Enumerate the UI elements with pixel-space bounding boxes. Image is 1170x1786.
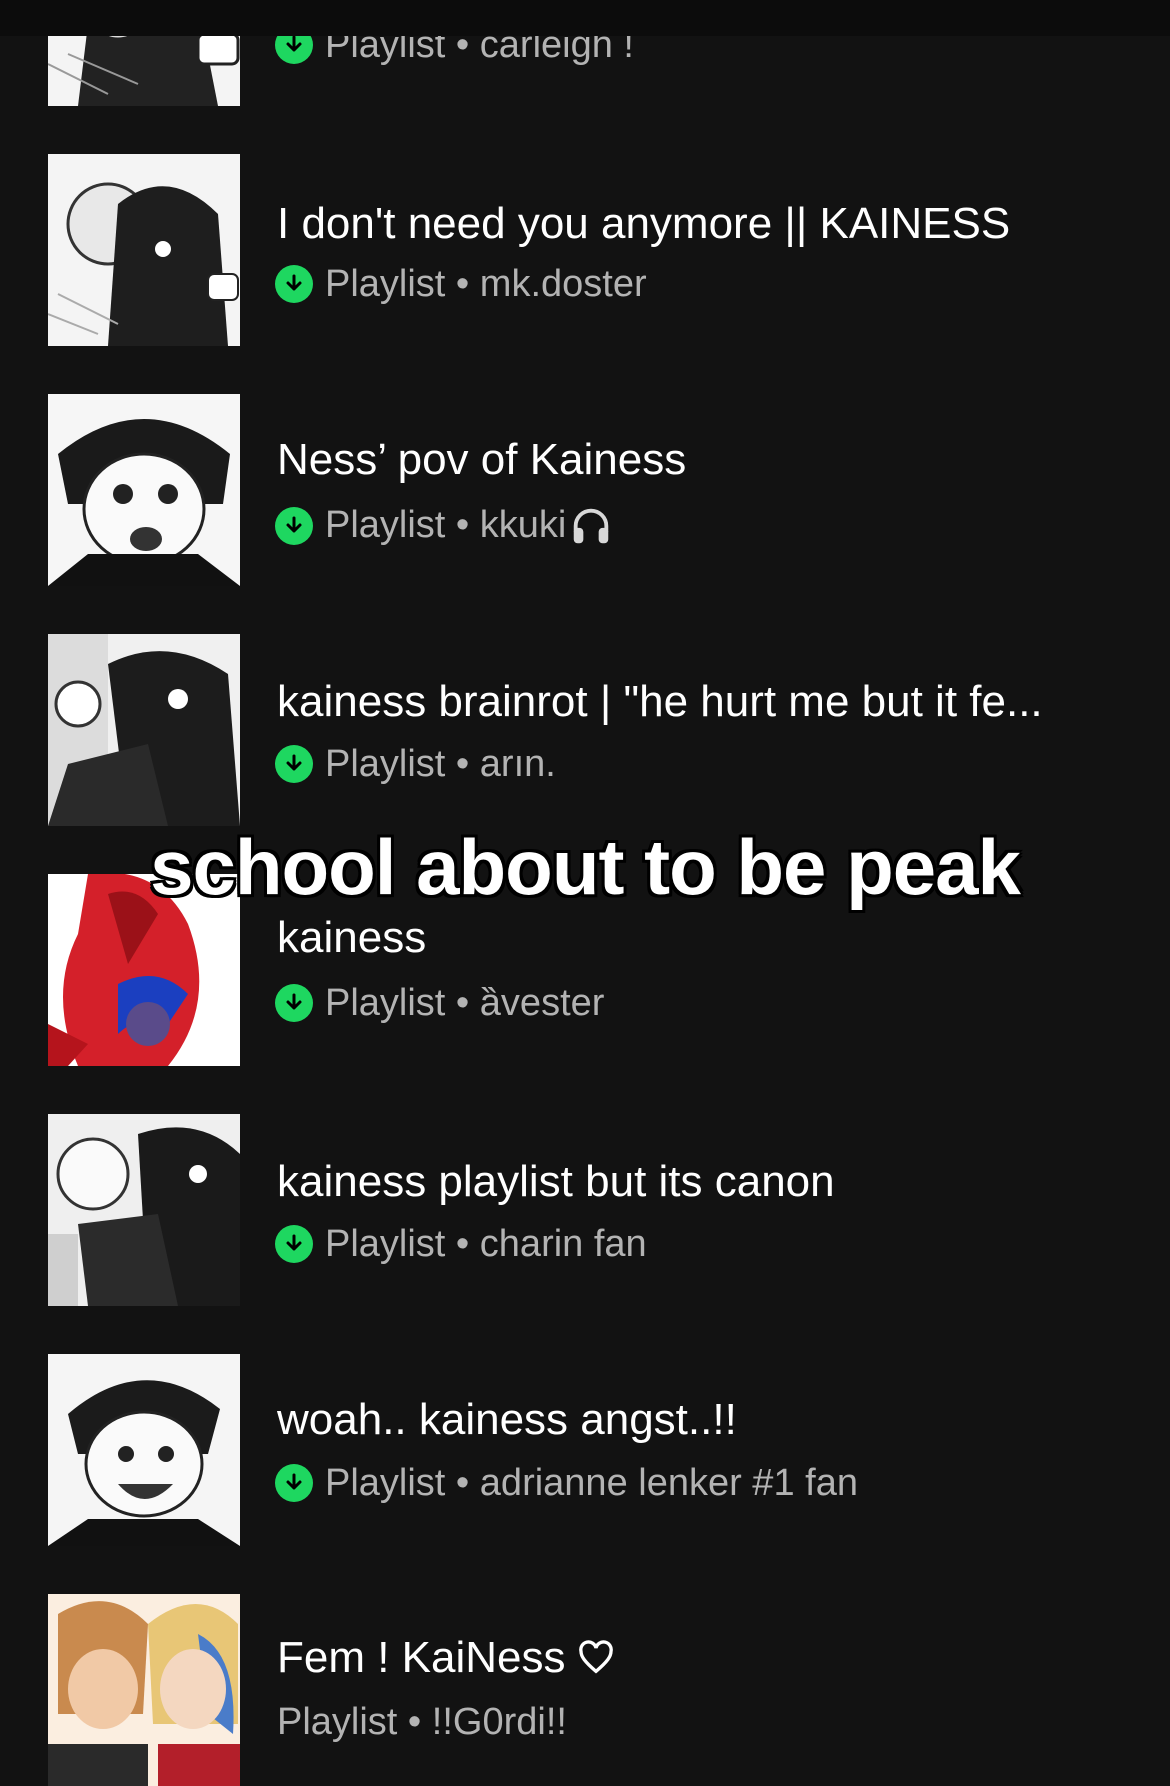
- headphones-icon: [574, 509, 609, 544]
- playlist-title[interactable]: Ness’ pov of Kainess: [277, 434, 1147, 486]
- playlist-title[interactable]: Fem ! KaiNess: [277, 1632, 1147, 1684]
- playlist-cover: [48, 1114, 240, 1306]
- playlist-row[interactable]: kainess playlist but its canon Playlist …: [0, 1114, 1170, 1306]
- playlist-meta: Playlist • charin fan: [275, 1222, 647, 1266]
- playlist-meta-text: Playlist • ȁvester: [325, 982, 605, 1024]
- playlist-cover: [48, 394, 240, 586]
- playlist-title[interactable]: kainess: [277, 912, 1147, 964]
- playlist-cover: [48, 1594, 240, 1786]
- playlist-cover: [48, 154, 240, 346]
- download-circle-icon: [275, 984, 313, 1022]
- playlist-meta: Playlist • mk.doster: [275, 262, 647, 306]
- playlist-meta: Playlist • !!G0rdi!!: [277, 1700, 567, 1744]
- playlist-meta: Playlist • adrianne lenker #1 fan: [275, 1461, 858, 1505]
- playlist-meta-text: Playlist • adrianne lenker #1 fan: [325, 1462, 858, 1504]
- playlist-row[interactable]: Fem ! KaiNess Playlist • !!G0rdi!!: [0, 1594, 1170, 1786]
- download-circle-icon: [275, 507, 313, 545]
- top-status-strip: [0, 0, 1170, 36]
- playlist-title[interactable]: I don't need you anymore || KAINESS: [277, 198, 1147, 250]
- playlist-row[interactable]: woah.. kainess angst..!! Playlist • adri…: [0, 1354, 1170, 1546]
- playlist-row[interactable]: Ness’ pov of Kainess Playlist • kkuki: [0, 394, 1170, 586]
- download-circle-icon: [275, 265, 313, 303]
- playlist-meta-text: Playlist • kkuki: [325, 503, 614, 550]
- playlist-title-text: Fem ! KaiNess: [277, 1633, 566, 1682]
- playlist-title[interactable]: kainess playlist but its canon: [277, 1156, 1147, 1208]
- playlist-row[interactable]: I don't need you anymore || KAINESS Play…: [0, 154, 1170, 346]
- playlist-cover: [48, 1354, 240, 1546]
- playlist-meta: Playlist • ȁvester: [275, 981, 604, 1025]
- playlist-meta-text: Playlist • charin fan: [325, 1223, 647, 1265]
- playlist-title[interactable]: woah.. kainess angst..!!: [277, 1394, 1147, 1446]
- playlist-title[interactable]: kainess brainrot | "he hurt me but it fe…: [277, 676, 1147, 728]
- playlist-meta-text: Playlist • !!G0rdi!!: [277, 1701, 567, 1743]
- download-circle-icon: [275, 745, 313, 783]
- download-circle-icon: [275, 1225, 313, 1263]
- playlist-meta-text: Playlist • mk.doster: [325, 263, 647, 305]
- playlist-meta-text: Playlist • arın.: [325, 743, 556, 785]
- playlist-cover: [48, 634, 240, 826]
- download-circle-icon: [275, 1464, 313, 1502]
- playlist-meta: Playlist • kkuki: [275, 504, 614, 548]
- playlist-row[interactable]: kainess brainrot | "he hurt me but it fe…: [0, 634, 1170, 826]
- heart-icon: [578, 1640, 613, 1674]
- overlay-caption: school about to be peak: [150, 823, 1021, 911]
- playlist-meta: Playlist • arın.: [275, 742, 556, 786]
